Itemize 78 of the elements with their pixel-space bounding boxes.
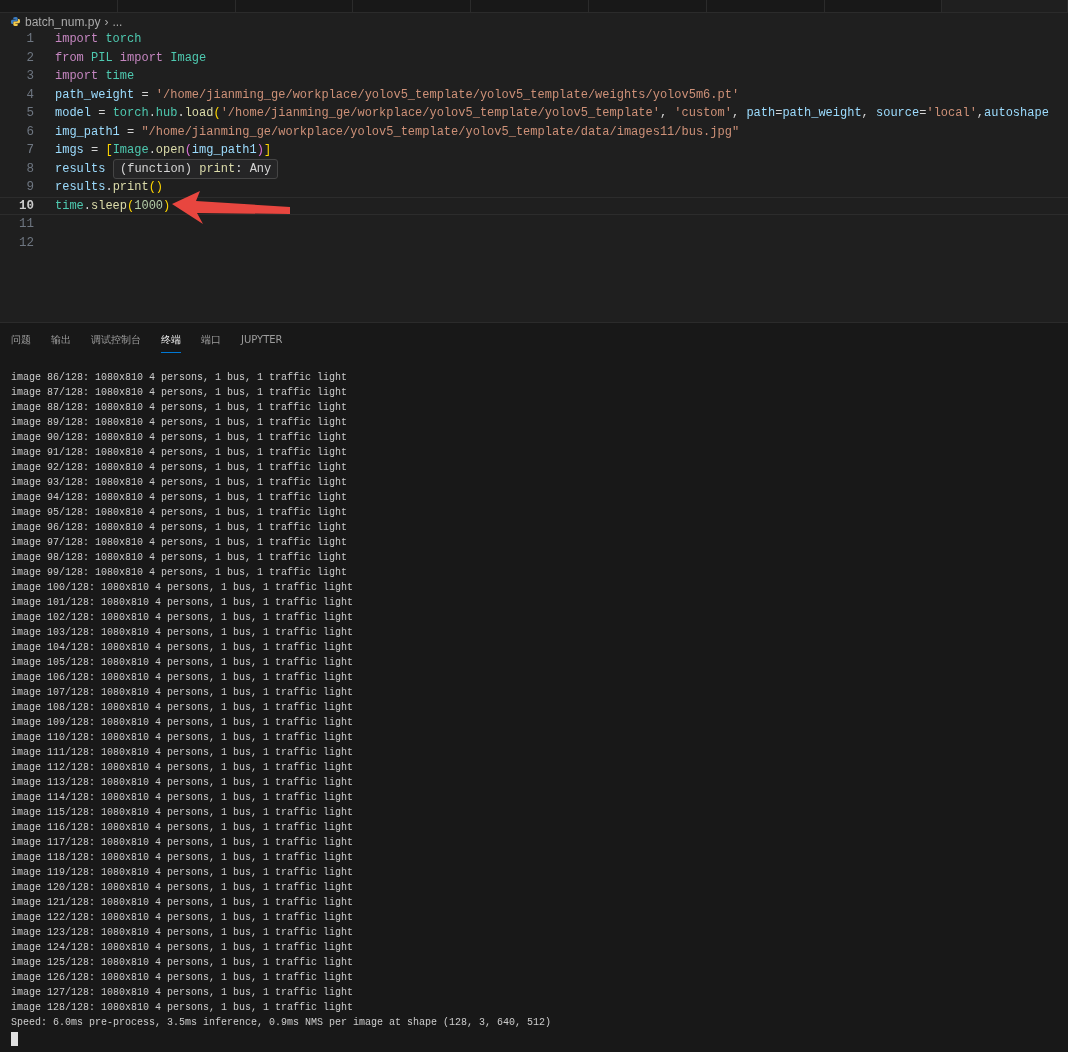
terminal-line: image 111/128: 1080x810 4 persons, 1 bus, 1 traffic light — [11, 746, 355, 760]
terminal-line: image 128/128: 1080x810 4 persons, 1 bus, 1 traffic light — [11, 1001, 355, 1015]
line-number: 1 — [25, 32, 34, 47]
code-line: path_weight = '/home/jianming_ge/workplace/yolov5_template/yolov5_template/weights/yolov5m6.pt' — [55, 87, 740, 102]
code-line: time.sleep(1000) — [55, 198, 171, 213]
code-line: results — [55, 161, 106, 176]
terminal-line: image 88/128: 1080x810 4 persons, 1 bus, 1 traffic light — [11, 401, 349, 415]
line-number: 4 — [25, 87, 34, 102]
line-number: 5 — [25, 106, 34, 121]
terminal-line: image 113/128: 1080x810 4 persons, 1 bus, 1 traffic light — [11, 776, 355, 790]
panel-tab[interactable]: 调试控制台 — [91, 323, 141, 353]
breadcrumb-file[interactable]: batch_num.py — [25, 14, 101, 29]
terminal-line: image 118/128: 1080x810 4 persons, 1 bus, 1 traffic light — [11, 851, 355, 865]
terminal-line: image 100/128: 1080x810 4 persons, 1 bus, 1 traffic light — [11, 581, 355, 595]
terminal-line: image 86/128: 1080x810 4 persons, 1 bus, 1 traffic light — [11, 371, 349, 385]
terminal-line: image 94/128: 1080x810 4 persons, 1 bus, 1 traffic light — [11, 491, 349, 505]
terminal-line: image 91/128: 1080x810 4 persons, 1 bus, 1 traffic light — [11, 446, 349, 460]
terminal-line: image 124/128: 1080x810 4 persons, 1 bus, 1 traffic light — [11, 941, 355, 955]
terminal-line: image 90/128: 1080x810 4 persons, 1 bus, 1 traffic light — [11, 431, 349, 445]
panel-tab[interactable]: 端口 — [201, 323, 221, 353]
terminal-line: image 112/128: 1080x810 4 persons, 1 bus, 1 traffic light — [11, 761, 355, 775]
terminal-line: image 98/128: 1080x810 4 persons, 1 bus, 1 traffic light — [11, 551, 349, 565]
terminal-line: image 95/128: 1080x810 4 persons, 1 bus, 1 traffic light — [11, 506, 349, 520]
terminal-line: image 110/128: 1080x810 4 persons, 1 bus, 1 traffic light — [11, 731, 355, 745]
breadcrumb-separator: › — [104, 14, 109, 29]
terminal-line: image 109/128: 1080x810 4 persons, 1 bus, 1 traffic light — [11, 716, 355, 730]
breadcrumb-more[interactable]: ... — [112, 14, 123, 29]
terminal-line: image 104/128: 1080x810 4 persons, 1 bus, 1 traffic light — [11, 641, 355, 655]
code-line: from PIL import Image — [55, 50, 207, 65]
terminal-line: image 89/128: 1080x810 4 persons, 1 bus, 1 traffic light — [11, 416, 349, 430]
terminal-line: image 97/128: 1080x810 4 persons, 1 bus, 1 traffic light — [11, 536, 349, 550]
hover-tooltip: (function) print: Any — [113, 159, 279, 179]
code-line: img_path1 = "/home/jianming_ge/workplace/yolov5_template/yolov5_template/data/images11/bus.jpg" — [55, 124, 740, 139]
terminal-line: image 123/128: 1080x810 4 persons, 1 bus, 1 traffic light — [11, 926, 355, 940]
terminal-line: image 105/128: 1080x810 4 persons, 1 bus, 1 traffic light — [11, 656, 355, 670]
code-line: model = torch.hub.load('/home/jianming_ge/workplace/yolov5_template/yolov5_template', 'custom', path=path_weight, source='local',autoshape — [55, 106, 1049, 121]
terminal-line: image 107/128: 1080x810 4 persons, 1 bus, 1 traffic light — [11, 686, 355, 700]
terminal-line: image 117/128: 1080x810 4 persons, 1 bus, 1 traffic light — [11, 836, 355, 850]
line-number: 12 — [18, 235, 34, 250]
terminal-line: image 121/128: 1080x810 4 persons, 1 bus, 1 traffic light — [11, 896, 355, 910]
terminal-line: image 125/128: 1080x810 4 persons, 1 bus, 1 traffic light — [11, 956, 355, 970]
python-file-icon — [10, 16, 21, 27]
line-number: 9 — [25, 180, 34, 195]
terminal-line: image 126/128: 1080x810 4 persons, 1 bus, 1 traffic light — [11, 971, 355, 985]
terminal-line: image 106/128: 1080x810 4 persons, 1 bus, 1 traffic light — [11, 671, 355, 685]
terminal-line: image 119/128: 1080x810 4 persons, 1 bus, 1 traffic light — [11, 866, 355, 880]
terminal-line: image 101/128: 1080x810 4 persons, 1 bus, 1 traffic light — [11, 596, 355, 610]
line-number: 8 — [25, 161, 34, 176]
terminal-line: image 92/128: 1080x810 4 persons, 1 bus, 1 traffic light — [11, 461, 349, 475]
terminal-line: image 114/128: 1080x810 4 persons, 1 bus, 1 traffic light — [11, 791, 355, 805]
terminal-line: image 108/128: 1080x810 4 persons, 1 bus, 1 traffic light — [11, 701, 355, 715]
terminal-line: image 116/128: 1080x810 4 persons, 1 bus, 1 traffic light — [11, 821, 355, 835]
terminal-line: image 127/128: 1080x810 4 persons, 1 bus, 1 traffic light — [11, 986, 355, 1000]
panel-tab[interactable]: 问题 — [11, 323, 31, 353]
panel-tab[interactable]: JUPYTER — [241, 323, 283, 353]
terminal-line: image 115/128: 1080x810 4 persons, 1 bus, 1 traffic light — [11, 806, 355, 820]
terminal-line: image 96/128: 1080x810 4 persons, 1 bus, 1 traffic light — [11, 521, 349, 535]
line-number: 6 — [25, 124, 34, 139]
terminal-line: image 102/128: 1080x810 4 persons, 1 bus, 1 traffic light — [11, 611, 355, 625]
terminal-line: image 87/128: 1080x810 4 persons, 1 bus, 1 traffic light — [11, 386, 349, 400]
terminal-line: image 120/128: 1080x810 4 persons, 1 bus, 1 traffic light — [11, 881, 355, 895]
line-number: 3 — [25, 69, 34, 84]
panel-tab[interactable]: 终端 — [161, 323, 181, 353]
line-number: 11 — [18, 217, 34, 232]
terminal-line: image 93/128: 1080x810 4 persons, 1 bus, 1 traffic light — [11, 476, 349, 490]
terminal-line: image 99/128: 1080x810 4 persons, 1 bus, 1 traffic light — [11, 566, 349, 580]
code-line: results.print() — [55, 180, 164, 195]
line-number: 10 — [18, 198, 34, 213]
line-number: 7 — [25, 143, 34, 158]
code-line: imgs = [Image.open(img_path1)] — [55, 143, 272, 158]
line-number: 2 — [25, 50, 34, 65]
terminal-line: image 122/128: 1080x810 4 persons, 1 bus, 1 traffic light — [11, 911, 355, 925]
code-line: import time — [55, 69, 135, 84]
panel-tab[interactable]: 输出 — [51, 323, 71, 353]
terminal-line: Speed: 6.0ms pre-process, 3.5ms inference, 0.9ms NMS per image at shape (128, 3, 640, 512) — [11, 1016, 553, 1030]
terminal-line: image 103/128: 1080x810 4 persons, 1 bus, 1 traffic light — [11, 626, 355, 640]
code-line: import torch — [55, 32, 142, 47]
terminal-cursor — [11, 1032, 18, 1046]
